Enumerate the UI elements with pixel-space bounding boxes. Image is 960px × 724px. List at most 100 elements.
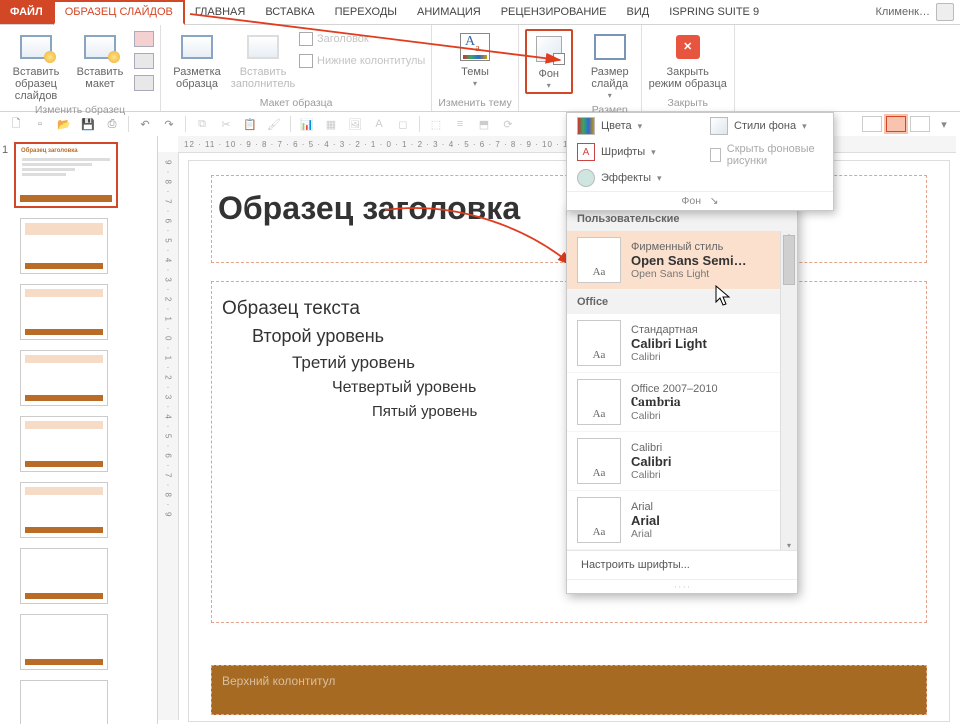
close-master-button[interactable]: ✕ Закрыть режим образца [648, 29, 728, 90]
textbox-icon[interactable]: A [369, 114, 389, 134]
new-slide-icon[interactable]: ▫ [30, 114, 50, 134]
font-scheme-calibri[interactable]: Aa CalibriCalibriCalibri [567, 432, 797, 491]
insert-layout-button[interactable]: Вставить макет [72, 29, 128, 90]
fonts-menu[interactable]: AШрифты▾ [567, 139, 700, 165]
effects-icon [577, 169, 595, 187]
dialog-launcher-icon[interactable]: ↘ [710, 195, 719, 207]
rotate-icon[interactable]: ⟳ [498, 114, 518, 134]
thumb-layout[interactable] [20, 416, 108, 472]
font-scheme-arial[interactable]: Aa ArialArialArial [567, 491, 797, 550]
tab-file[interactable]: ФАЙЛ [0, 0, 53, 24]
cut-icon[interactable]: ✂ [216, 114, 236, 134]
thumb-layout[interactable] [20, 614, 108, 670]
group-icon[interactable]: ⬒ [474, 114, 494, 134]
checkbox-icon [299, 54, 313, 68]
shape-icon[interactable]: ◻ [393, 114, 413, 134]
footer-text: Верхний колонтитул [222, 674, 335, 688]
format-painter-icon[interactable]: 🖌 [264, 114, 284, 134]
view-normal-button[interactable] [862, 116, 882, 132]
resize-grip-icon[interactable]: ∙ ∙ ∙ ∙ [567, 579, 797, 593]
insert-placeholder-button: Вставить заполнитель [233, 29, 293, 90]
slide-size-icon [594, 31, 626, 63]
save-icon[interactable]: 💾 [78, 114, 98, 134]
checkbox-icon [299, 32, 313, 46]
align-icon[interactable]: ≡ [450, 114, 470, 134]
preview-icon: Aa [577, 237, 621, 283]
delete-icon [134, 31, 154, 47]
arrange-icon[interactable]: ⬚ [426, 114, 446, 134]
thumb-layout[interactable] [20, 548, 108, 604]
font-scheme-2007[interactable]: Aa Office 2007–2010CambriaCalibri [567, 373, 797, 432]
thumb-layout[interactable] [20, 218, 108, 274]
ruler-vertical: 9 · 8 · 7 · 6 · 5 · 4 · 3 · 2 · 1 · 0 · … [158, 152, 179, 720]
tab-animation[interactable]: АНИМАЦИЯ [407, 0, 491, 24]
preserve-icon [134, 75, 154, 91]
ribbon: Вставить образец слайдов Вставить макет … [0, 25, 960, 112]
font-scheme-standard[interactable]: Aa СтандартнаяCalibri LightCalibri [567, 314, 797, 373]
preview-icon: Aa [577, 320, 621, 366]
slide-canvas[interactable]: 12 · 11 · 10 · 9 · 8 · 7 · 6 · 5 · 4 · 3… [158, 136, 960, 724]
fonts-section-office: Office [567, 290, 797, 314]
tab-insert[interactable]: ВСТАВКА [255, 0, 324, 24]
tab-transitions[interactable]: ПЕРЕХОДЫ [325, 0, 407, 24]
view-reading-button[interactable] [910, 116, 930, 132]
customize-fonts[interactable]: Настроить шрифты... [567, 550, 797, 579]
rename-icon [134, 53, 154, 69]
view-dropdown-icon[interactable]: ▾ [934, 114, 954, 134]
chart-icon[interactable]: 📊 [297, 114, 317, 134]
print-icon[interactable]: ⎙ [102, 114, 122, 134]
new-icon[interactable]: 🗋 [6, 114, 26, 134]
background-dropdown[interactable]: Цвета▾ AШрифты▾ Эффекты▾ Стили фона▾ Скр… [566, 112, 834, 211]
background-button[interactable]: Фон▾ [529, 31, 569, 92]
table-icon[interactable]: ▦ [321, 114, 341, 134]
scrollbar[interactable]: ▴▾ [780, 231, 797, 550]
tab-bar: ФАЙЛ ОБРАЗЕЦ СЛАЙДОВ ГЛАВНАЯ ВСТАВКА ПЕР… [0, 0, 960, 25]
tab-review[interactable]: РЕЦЕНЗИРОВАНИЕ [491, 0, 617, 24]
slide-master-icon [20, 31, 52, 63]
colors-menu[interactable]: Цвета▾ [567, 113, 700, 139]
master-small-items [134, 29, 154, 93]
fonts-dropdown[interactable]: Пользовательские Aa Фирменный стильOpen … [566, 206, 798, 594]
close-icon: ✕ [672, 31, 704, 63]
user-avatar-icon[interactable] [936, 3, 954, 21]
view-sorter-button[interactable] [886, 116, 906, 132]
insert-slide-master-button[interactable]: Вставить образец слайдов [6, 29, 66, 102]
layout-icon [84, 31, 116, 63]
preview-icon: Aa [577, 497, 621, 543]
delete-button[interactable] [134, 29, 154, 49]
workspace: 1 Образец заголовка 12 · 11 · 10 · 9 · 8… [0, 136, 960, 724]
thumb-master[interactable]: Образец заголовка [14, 142, 118, 208]
thumb-layout[interactable] [20, 482, 108, 538]
paste-icon[interactable]: 📋 [240, 114, 260, 134]
master-layout-button[interactable]: Разметка образца [167, 29, 227, 90]
placeholder-icon [247, 31, 279, 63]
thumb-layout[interactable] [20, 350, 108, 406]
undo-icon[interactable]: ↶ [135, 114, 155, 134]
bg-styles-icon [710, 117, 728, 135]
thumb-layout[interactable] [20, 284, 108, 340]
chk-footers: Нижние колонтитулы [299, 51, 425, 71]
slide-size-button[interactable]: Размер слайда▾ [585, 29, 635, 102]
preserve-button[interactable] [134, 73, 154, 93]
user-name[interactable]: Клименк… [875, 6, 930, 18]
tab-slide-master[interactable]: ОБРАЗЕЦ СЛАЙДОВ [53, 0, 185, 25]
open-icon[interactable]: 📂 [54, 114, 74, 134]
bg-styles-menu[interactable]: Стили фона▾ [700, 113, 833, 139]
rename-button[interactable] [134, 51, 154, 71]
tab-ispring[interactable]: ISPRING SUITE 9 [659, 0, 769, 24]
scrollbar-thumb[interactable] [783, 235, 795, 285]
layout-placeholder-icon [181, 31, 213, 63]
picture-icon[interactable]: 🖼 [345, 114, 365, 134]
footer-placeholder[interactable]: Верхний колонтитул [211, 665, 927, 715]
thumbnail-pane[interactable]: 1 Образец заголовка [0, 136, 158, 724]
font-scheme-user[interactable]: Aa Фирменный стильOpen Sans Semi…Open Sa… [567, 231, 797, 290]
effects-menu[interactable]: Эффекты▾ [567, 165, 700, 191]
tab-view[interactable]: ВИД [617, 0, 660, 24]
copy-icon[interactable]: ⧉ [192, 114, 212, 134]
themes-button[interactable]: Aa Темы▾ [451, 29, 499, 90]
hide-bg-graphics[interactable]: Скрыть фоновые рисунки [700, 139, 833, 171]
chk-title: Заголовок [299, 29, 425, 49]
thumb-layout[interactable] [20, 680, 108, 724]
tab-home[interactable]: ГЛАВНАЯ [185, 0, 255, 24]
redo-icon[interactable]: ↷ [159, 114, 179, 134]
